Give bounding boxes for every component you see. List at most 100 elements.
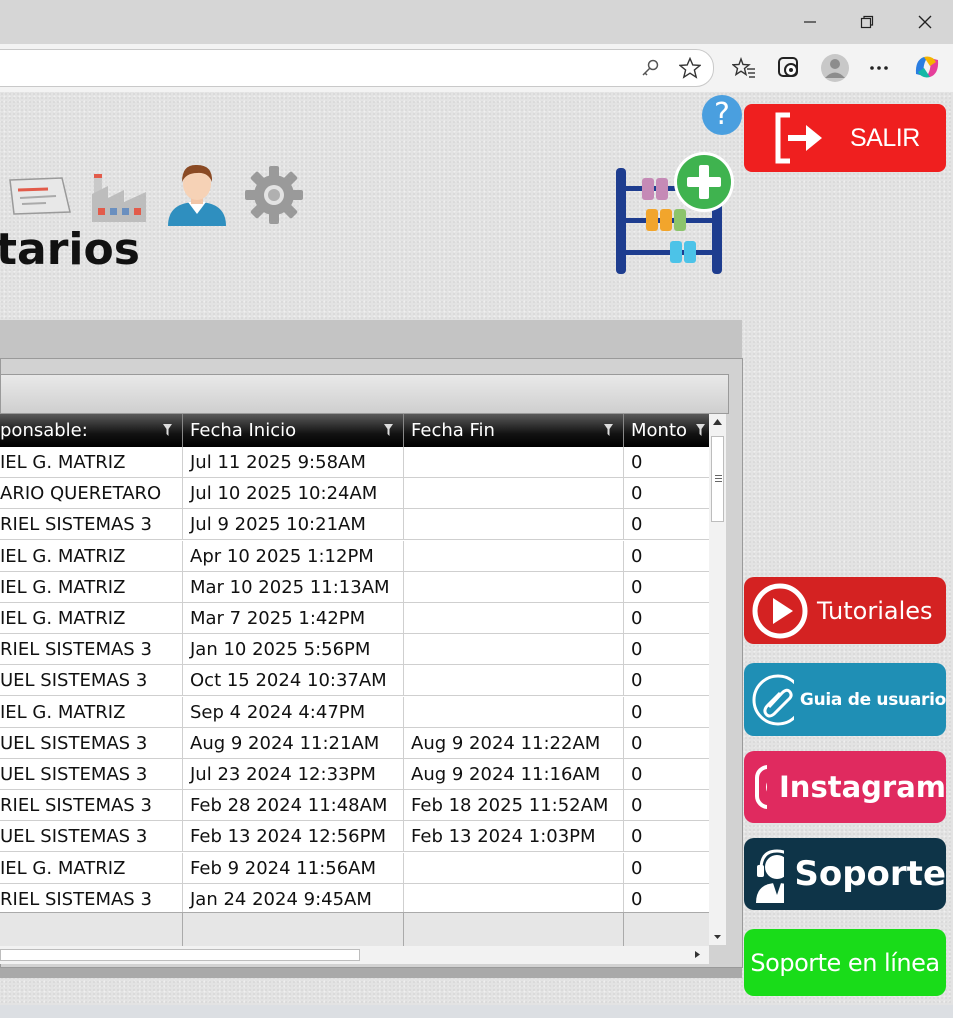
table-cell: Mar 7 2025 1:42PM [183,603,404,634]
table-row[interactable]: IEL G. MATRIZ Mar 7 2025 1:42PM 0 [0,603,709,634]
table-cell: IEL G. MATRIZ [0,696,183,728]
mail-icon[interactable] [8,176,74,220]
exit-icon [775,112,822,164]
table-cell: 0 [631,795,643,817]
live-support-button[interactable]: Soporte en línea [744,929,946,996]
table-cell: RIEL SISTEMAS 3 [0,790,183,822]
table-cell: Jan 24 2024 9:45AM [183,883,404,915]
table-row[interactable]: IEL G. MATRIZ Feb 9 2024 11:56AM 0 [0,852,709,884]
table-row[interactable]: RIEL SISTEMAS 3 Jan 24 2024 9:45AM 0 [0,883,709,915]
copilot-icon[interactable] [912,52,942,82]
table-row[interactable]: UEL SISTEMAS 3 Feb 13 2024 12:56PM Feb 13 … [0,821,709,853]
instagram-label: Instagram [779,770,946,804]
address-bar[interactable] [0,49,714,87]
table-cell: 0 [631,545,643,567]
more-icon[interactable] [866,55,892,81]
table-cell: Aug 9 2024 11:16AM [404,759,624,790]
vertical-scrollbar[interactable] [709,414,726,945]
favorites-icon[interactable] [731,55,757,81]
table-cell: Aug 9 2024 11:22AM [404,727,624,759]
filter-icon[interactable] [384,424,393,436]
table-row[interactable]: IEL G. MATRIZ Jul 11 2025 9:58AM 0 [0,447,709,478]
table-row[interactable]: IEL G. MATRIZ Apr 10 2025 1:12PM 0 [0,540,709,572]
vertical-scroll-thumb[interactable] [711,436,724,522]
table-cell: 0 [631,826,643,848]
column-header-monto[interactable]: Monto [624,414,709,447]
star-icon[interactable] [677,55,703,81]
table-cell: Feb 13 2024 12:56PM [183,821,404,853]
table-cell [404,447,624,478]
table-row[interactable]: IEL G. MATRIZ Sep 4 2024 4:47PM 0 [0,696,709,728]
profile-icon[interactable] [820,53,850,83]
user-guide-label: Guia de usuario [799,689,946,710]
table-cell: Jul 9 2025 10:21AM [183,509,404,541]
support-button[interactable]: Soporte [744,838,946,910]
table-cell: 0 [631,888,643,910]
headset-agent-icon [756,849,785,903]
minimize-icon [804,21,816,23]
close-icon [918,15,932,29]
scroll-down-icon[interactable] [709,928,726,945]
key-icon[interactable] [637,55,663,81]
table-cell [404,883,624,915]
table-row[interactable]: UEL SISTEMAS 3 Jul 23 2024 12:33PM Aug 9 2… [0,759,709,790]
table-row[interactable]: RIEL SISTEMAS 3 Jul 9 2025 10:21AM 0 [0,509,709,541]
group-by-bar [0,374,729,414]
table-cell: IEL G. MATRIZ [0,603,183,634]
exit-label: SALIR [850,123,920,152]
factory-icon[interactable] [88,164,150,230]
table-cell [404,509,624,541]
user-guide-button[interactable]: Guia de usuario [744,663,946,736]
table-row[interactable]: ARIO QUERETARO Jul 10 2025 10:24AM 0 [0,478,709,510]
records-grid: ponsable: Fecha Inicio Fecha Fin Monto I… [0,414,709,946]
restore-button[interactable] [852,8,882,36]
column-header-responsable[interactable]: ponsable: [0,414,183,447]
table-cell: Sep 4 2024 4:47PM [183,696,404,728]
table-cell [404,696,624,728]
instagram-icon [755,765,768,809]
column-header-label: Fecha Inicio [190,420,297,441]
table-cell: 0 [631,732,643,754]
filter-icon[interactable] [163,424,172,436]
play-icon [752,583,808,638]
table-cell: 0 [631,670,643,692]
tutorials-button[interactable]: Tutoriales [744,577,946,644]
scroll-up-icon[interactable] [709,414,726,431]
minimize-button[interactable] [795,8,825,36]
table-row[interactable]: RIEL SISTEMAS 3 Jan 10 2025 5:56PM 0 [0,634,709,666]
table-cell: 0 [631,701,643,723]
help-button[interactable]: ? [702,95,742,135]
user-avatar-icon[interactable] [166,162,228,230]
exit-button[interactable]: SALIR [744,104,946,172]
table-row[interactable]: IEL G. MATRIZ Mar 10 2025 11:13AM 0 [0,571,709,603]
settings-gear-icon[interactable] [243,164,305,230]
table-cell: UEL SISTEMAS 3 [0,759,183,790]
table-cell: 0 [631,764,643,785]
abacus-add-icon[interactable] [612,150,738,280]
table-row[interactable]: RIEL SISTEMAS 3 Feb 28 2024 11:48AM Feb 18… [0,790,709,822]
scroll-right-icon[interactable] [689,946,706,963]
table-row[interactable]: UEL SISTEMAS 3 Oct 15 2024 10:37AM 0 [0,665,709,697]
filter-icon[interactable] [696,424,705,436]
column-header-fecha-inicio[interactable]: Fecha Inicio [183,414,404,447]
table-cell [404,603,624,634]
table-cell [404,571,624,603]
table-row[interactable]: UEL SISTEMAS 3 Aug 9 2024 11:21AM Aug 9 20… [0,727,709,759]
table-cell: RIEL SISTEMAS 3 [0,634,183,666]
horizontal-scrollbar[interactable] [0,946,709,964]
close-window-button[interactable] [910,8,940,36]
table-cell: 0 [631,514,643,536]
table-cell: Jul 11 2025 9:58AM [183,447,404,478]
table-cell: 0 [631,483,643,505]
filter-icon[interactable] [604,424,613,436]
collections-icon[interactable] [776,55,802,81]
horizontal-scroll-thumb[interactable] [0,949,360,961]
column-header-fecha-fin[interactable]: Fecha Fin [404,414,624,447]
grid-panel-header [0,320,742,358]
tutorials-label: Tutoriales [817,596,933,625]
table-cell: IEL G. MATRIZ [0,852,183,884]
table-cell [404,634,624,666]
table-cell: UEL SISTEMAS 3 [0,665,183,697]
instagram-button[interactable]: Instagram [744,751,946,823]
table-cell [404,540,624,572]
